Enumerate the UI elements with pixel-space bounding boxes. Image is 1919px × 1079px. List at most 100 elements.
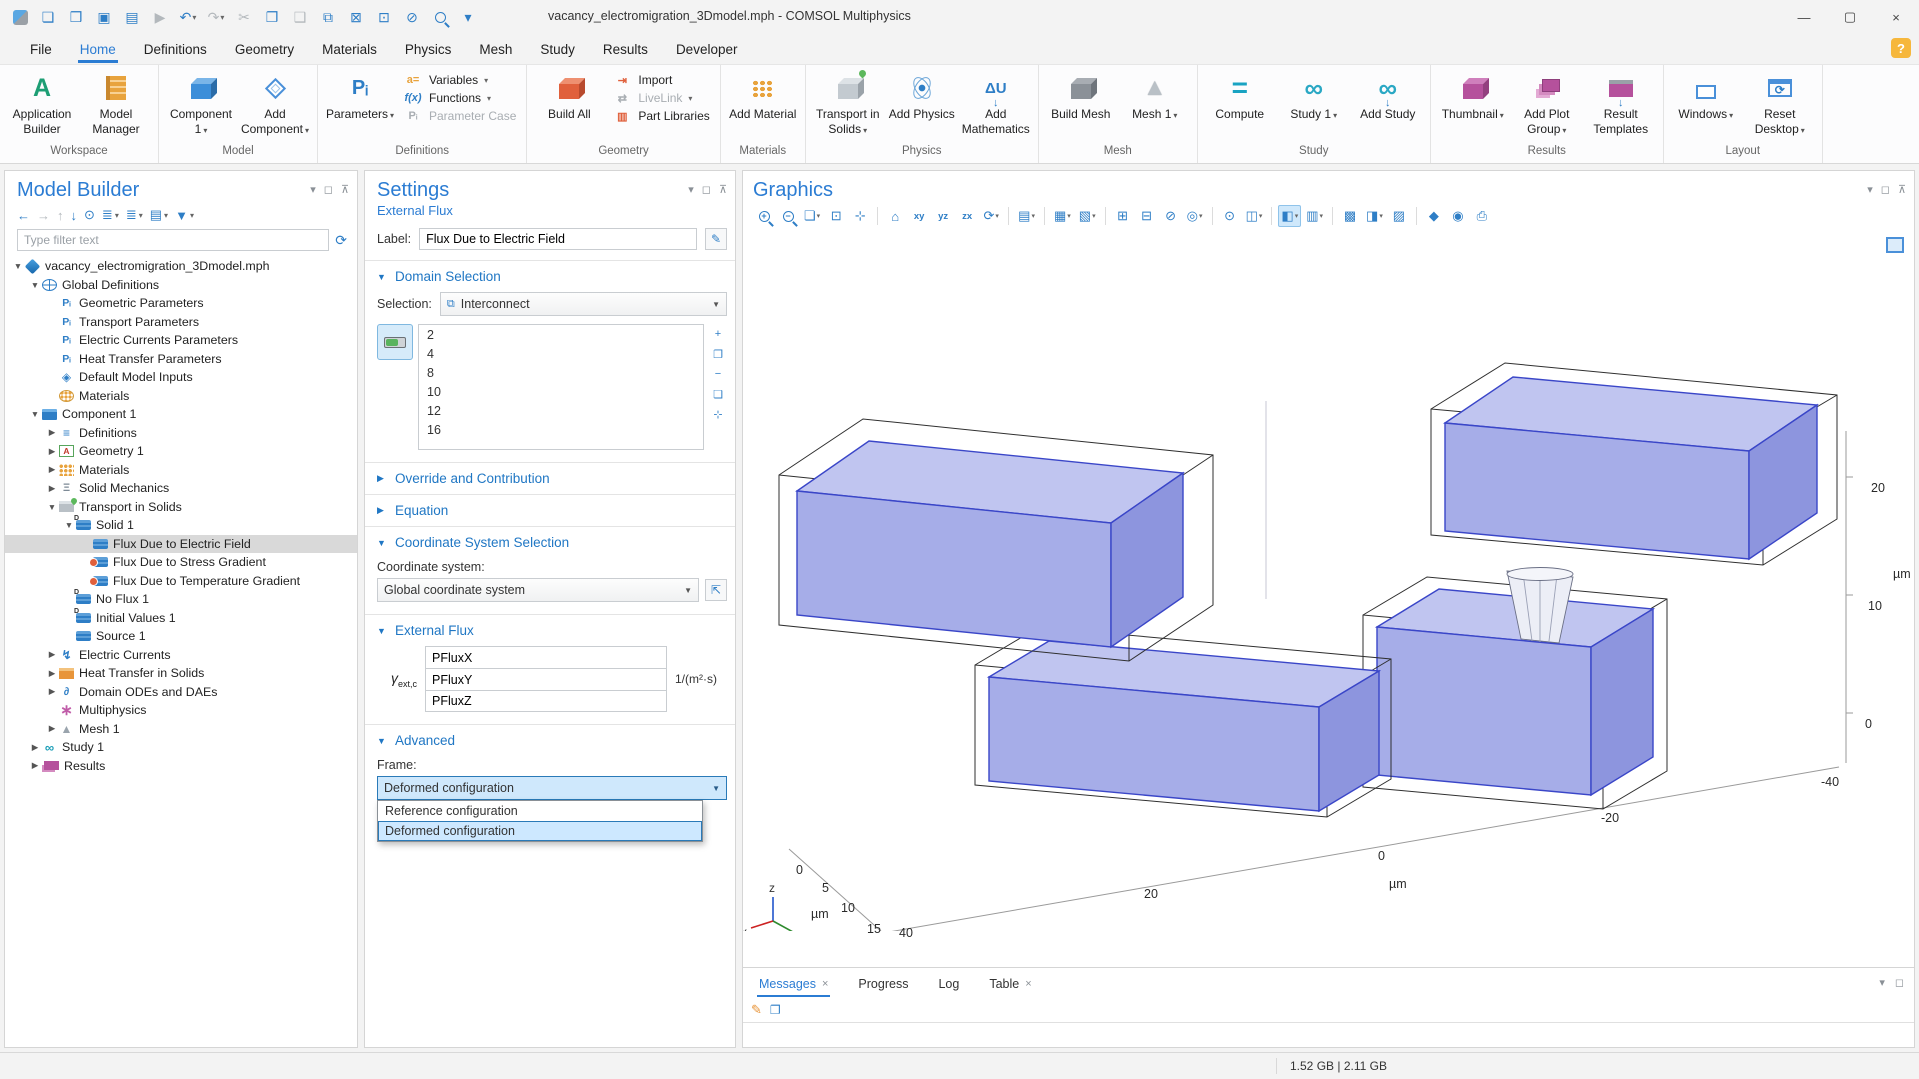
tree-item-vacancy-electromigration-3dmodel-mph[interactable]: ▼vacancy_electromigration_3Dmodel.mph <box>5 257 357 276</box>
3d-scene[interactable]: z y x 20µm100-40-200µm2040151050µm <box>743 231 1914 967</box>
zoom-extents-icon[interactable]: ⊡ <box>825 205 847 227</box>
tree-item-geometric-parameters[interactable]: PᵢGeometric Parameters <box>5 294 357 313</box>
domain-list-item[interactable]: 8 <box>419 365 703 384</box>
tree-item-source-1[interactable]: Source 1 <box>5 627 357 646</box>
rotate-view-icon[interactable]: ⟳▾ <box>980 205 1002 227</box>
copy-icon[interactable]: ❐ <box>260 5 284 29</box>
add-to-selection-icon[interactable]: ⊞ <box>1112 205 1134 227</box>
add-to-selection-icon[interactable]: + <box>709 326 727 342</box>
menu-mesh[interactable]: Mesh <box>467 37 524 62</box>
tree-chevron-icon[interactable]: ▶ <box>45 649 59 660</box>
ribbon-transport-in-solids-button[interactable]: Transport in Solids▾ <box>812 67 884 143</box>
tree-chevron-icon[interactable]: ▼ <box>28 280 42 290</box>
tree-chevron-icon[interactable]: ▶ <box>45 668 59 679</box>
undo-icon[interactable]: ↶▾ <box>176 5 200 29</box>
tree-item-study-1[interactable]: ▶∞Study 1 <box>5 738 357 757</box>
ribbon-component-1-button[interactable]: Component 1▾ <box>165 67 237 143</box>
zoom-in-icon[interactable]: + <box>753 205 775 227</box>
coordinate-system-header[interactable]: ▼ Coordinate System Selection <box>365 527 735 558</box>
tree-chevron-icon[interactable]: ▶ <box>45 427 59 438</box>
paste-selection-icon[interactable]: ❏ <box>709 386 727 402</box>
view-yz-icon[interactable]: yz <box>932 205 954 227</box>
tree-chevron-icon[interactable]: ▶ <box>28 760 42 771</box>
frame-option-reference-configuration[interactable]: Reference configuration <box>378 801 702 821</box>
delete-icon[interactable]: ⊠ <box>344 5 368 29</box>
tree-item-materials[interactable]: ▶Materials <box>5 461 357 480</box>
ribbon-add-material-button[interactable]: Add Material <box>727 67 799 143</box>
move-down-icon[interactable]: ↓ <box>71 208 78 223</box>
shaded-view-icon[interactable]: ◧▾ <box>1278 205 1301 227</box>
tree-item-multiphysics[interactable]: ∗Multiphysics <box>5 701 357 720</box>
paste-icon[interactable]: ❑ <box>288 5 312 29</box>
ribbon-add-mathematics-button[interactable]: ΔUAdd Mathematics <box>960 67 1032 143</box>
tree-chevron-icon[interactable]: ▼ <box>28 409 42 419</box>
quick-style-icon[interactable]: ▥▾ <box>1303 205 1326 227</box>
ribbon-parameter-case-button[interactable]: PᵢParameter Case <box>402 109 516 123</box>
save-icon[interactable]: ▣ <box>92 5 116 29</box>
float-panel-icon[interactable]: ◻ <box>324 183 333 196</box>
tree-item-component-1[interactable]: ▼Component 1 <box>5 405 357 424</box>
rename-button[interactable]: ✎ <box>705 228 727 250</box>
help-icon[interactable]: ? <box>1891 38 1911 58</box>
tree-item-flux-due-to-stress-gradient[interactable]: Flux Due to Stress Gradient <box>5 553 357 572</box>
panel-options-icon[interactable]: ▾ <box>1867 183 1873 196</box>
tree-item-transport-parameters[interactable]: PᵢTransport Parameters <box>5 313 357 332</box>
ribbon-part-libraries-button[interactable]: ▥Part Libraries <box>611 109 709 123</box>
graphics-context-icon[interactable] <box>1886 237 1904 253</box>
pin-panel-icon[interactable]: ⊼ <box>1898 183 1906 196</box>
tab-progress[interactable]: Progress <box>856 971 910 997</box>
external-flux-header[interactable]: ▼ External Flux <box>365 615 735 646</box>
flux-x-input[interactable] <box>425 646 667 668</box>
highlight-selection-icon[interactable]: ⊙ <box>1219 205 1241 227</box>
frame-option-deformed-configuration[interactable]: Deformed configuration <box>378 821 702 841</box>
select-objects-icon[interactable]: ◎▾ <box>1184 205 1206 227</box>
expand-all-icon[interactable]: ≣▾ <box>102 207 119 223</box>
selection-dropdown[interactable]: ⧉ Interconnect ▼ <box>440 292 727 316</box>
zoom-box-icon[interactable]: ❏▾ <box>801 205 823 227</box>
tree-item-domain-odes-and-daes[interactable]: ▶∂Domain ODEs and DAEs <box>5 683 357 702</box>
go-back-icon[interactable]: ← <box>17 208 30 223</box>
ribbon-windows-button[interactable]: Windows▾ <box>1670 67 1742 143</box>
equation-section-header[interactable]: ▶ Equation <box>365 495 735 526</box>
ribbon-functions-button[interactable]: f(x)Functions▾ <box>402 91 516 105</box>
frame-dropdown[interactable]: Deformed configuration ▼ <box>377 776 727 800</box>
domain-list-item[interactable]: 16 <box>419 422 703 441</box>
close-icon[interactable]: × <box>1025 978 1031 990</box>
tab-table[interactable]: Table× <box>987 971 1033 997</box>
domain-list-item[interactable]: 10 <box>419 384 703 403</box>
ribbon-model-manager-button[interactable]: Model Manager <box>80 67 152 143</box>
tree-item-heat-transfer-in-solids[interactable]: ▶Heat Transfer in Solids <box>5 664 357 683</box>
ribbon-application-builder-button[interactable]: AApplication Builder <box>6 67 78 143</box>
ribbon-build-mesh-button[interactable]: Build Mesh <box>1045 67 1117 143</box>
view-zx-icon[interactable]: zx <box>956 205 978 227</box>
float-panel-icon[interactable]: ◻ <box>1895 976 1904 989</box>
ribbon-variables-button[interactable]: a=Variables▾ <box>402 73 516 87</box>
maximize-button[interactable]: ▢ <box>1827 0 1873 34</box>
tree-chevron-icon[interactable]: ▶ <box>45 723 59 734</box>
duplicate-icon[interactable]: ⧉ <box>316 5 340 29</box>
select-colors-icon[interactable]: ▨ <box>1388 205 1410 227</box>
go-to-default-3d-view-icon[interactable]: ⌂ <box>884 205 906 227</box>
ribbon-build-all-button[interactable]: Build All <box>533 67 605 143</box>
active-toggle-button[interactable] <box>377 324 413 360</box>
transparency-icon[interactable]: ◫▾ <box>1243 205 1266 227</box>
pin-panel-icon[interactable]: ⊼ <box>341 183 349 196</box>
new-file-icon[interactable]: ❏ <box>36 5 60 29</box>
ribbon-reset-desktop-button[interactable]: ⟳Reset Desktop▾ <box>1744 67 1816 143</box>
plot-settings-icon[interactable]: ▦▾ <box>1051 205 1074 227</box>
filter-icon[interactable]: ▼▾ <box>175 208 194 223</box>
ribbon-compute-button[interactable]: =Compute <box>1204 67 1276 143</box>
tree-chevron-icon[interactable]: ▶ <box>28 742 42 753</box>
tree-chevron-icon[interactable]: ▶ <box>45 464 59 475</box>
close-button[interactable]: × <box>1873 0 1919 34</box>
ribbon-study-1-button[interactable]: ∞Study 1▾ <box>1278 67 1350 143</box>
clear-selection-icon[interactable]: ⊘ <box>1160 205 1182 227</box>
tree-chevron-icon[interactable]: ▼ <box>11 261 25 271</box>
tree-item-default-model-inputs[interactable]: ◈Default Model Inputs <box>5 368 357 387</box>
remove-from-selection-icon[interactable]: − <box>709 366 727 382</box>
show-icon[interactable]: ⊙ <box>84 207 95 223</box>
panel-options-icon[interactable]: ▾ <box>1879 976 1885 989</box>
tree-item-electric-currents-parameters[interactable]: PᵢElectric Currents Parameters <box>5 331 357 350</box>
menu-results[interactable]: Results <box>591 37 660 62</box>
select-box-icon[interactable]: ⊡ <box>372 5 396 29</box>
